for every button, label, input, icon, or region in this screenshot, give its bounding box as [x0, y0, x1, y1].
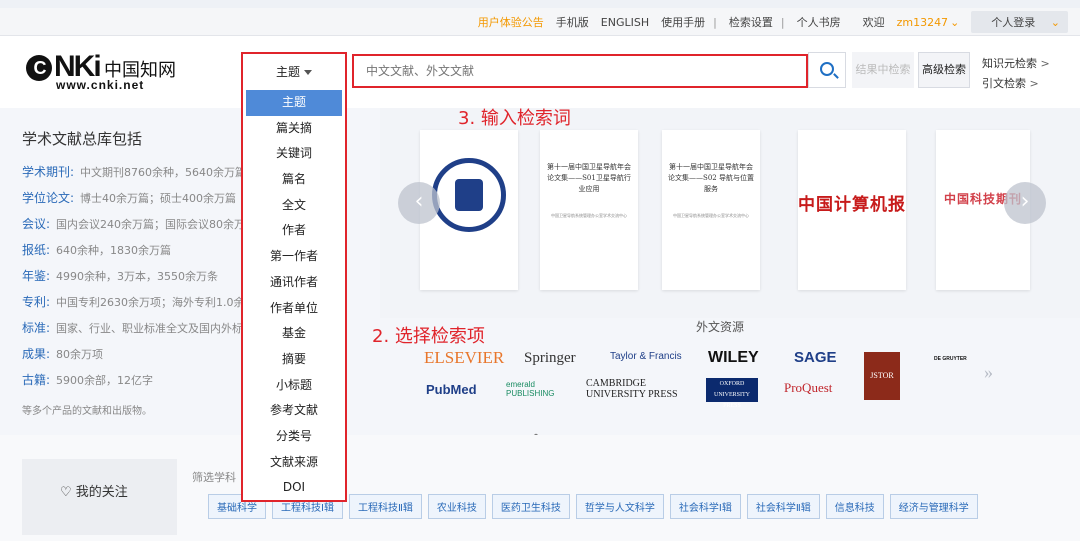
book-cover-4[interactable]: 中国计算机报: [798, 130, 906, 290]
menu-option[interactable]: 通讯作者: [246, 270, 342, 296]
library-row[interactable]: 成果: 80余万项: [22, 345, 103, 362]
side-search-links: 知识元检索 引文检索: [982, 54, 1050, 94]
mobile-link[interactable]: 手机版: [556, 14, 589, 30]
category-tab[interactable]: 哲学与人文科学: [575, 494, 664, 519]
username-link[interactable]: zm13247: [897, 16, 948, 29]
jstor-logo[interactable]: JSTOR: [864, 352, 900, 400]
menu-option[interactable]: 小标题: [246, 373, 342, 399]
menu-option[interactable]: 作者: [246, 218, 342, 244]
search-header: CNKi 中国知网 www.cnki.net 结果中检索 高级检索 知识元检索 …: [0, 36, 1080, 108]
menu-option[interactable]: 全文: [246, 193, 342, 219]
library-row[interactable]: 年鉴: 4990余种，3万本，3550余万条: [22, 267, 218, 284]
chevron-right-icon: ›: [1020, 189, 1030, 214]
result-search-button[interactable]: 结果中检索: [852, 52, 914, 88]
menu-option[interactable]: 基金: [246, 321, 342, 347]
category-tab[interactable]: 信息科技: [825, 494, 884, 519]
library-row[interactable]: 学术期刊:中文期刊8760余种，5640余万篇亿篇: [22, 163, 272, 180]
category-tab[interactable]: 社会科学Ⅰ辑: [669, 494, 741, 519]
wiley-logo[interactable]: WILEY: [708, 349, 759, 367]
notice-link[interactable]: 用户体验公告: [478, 14, 544, 30]
elsevier-logo[interactable]: ELSEVIER: [424, 348, 504, 368]
login-button[interactable]: 个人登录 ⌄: [971, 11, 1068, 33]
emerald-logo[interactable]: emerald PUBLISHING: [506, 380, 562, 398]
foreign-title: 外文资源: [696, 320, 745, 334]
chevron-down-icon: ⌄: [950, 15, 960, 29]
logo-url: www.cnki.net: [56, 78, 145, 92]
degruyter-logo[interactable]: DE GRUYTER: [934, 356, 967, 362]
university-seal-icon: [432, 158, 506, 232]
menu-option[interactable]: 主题: [246, 90, 342, 116]
chevron-left-icon: ‹: [414, 189, 424, 214]
menu-option[interactable]: 篇名: [246, 167, 342, 193]
menu-option[interactable]: 摘要: [246, 347, 342, 373]
chevron-right-icon[interactable]: »: [984, 362, 993, 383]
cnki-logo[interactable]: C NKi 中国知网 www.cnki.net: [26, 50, 186, 92]
menu-option[interactable]: DOI: [246, 475, 342, 501]
menu-option[interactable]: 参考文献: [246, 398, 342, 424]
library-row[interactable]: 古籍: 5900余部，12亿字: [22, 371, 153, 388]
bottom-section: ♡ 我的关注 筛选学科 基础科学 工程科技Ⅰ辑 工程科技Ⅱ辑 农业科技 医药卫生…: [0, 435, 1080, 541]
bookroom-link[interactable]: 个人书房: [797, 14, 841, 30]
search-field-menu: 主题 篇关摘 关键词 篇名 全文 作者 第一作者 通讯作者 作者单位 基金 摘要…: [242, 90, 346, 500]
library-row[interactable]: 报纸: 640余种，1830余万篇: [22, 241, 171, 258]
filter-label: 筛选学科: [192, 471, 236, 484]
search-icon: [820, 62, 834, 76]
caret-down-icon: [304, 70, 312, 75]
proquest-logo[interactable]: ProQuest: [784, 380, 832, 396]
category-tab[interactable]: 医药卫生科技: [491, 494, 570, 519]
springer-logo[interactable]: Springer: [524, 350, 576, 367]
foreign-resources: 外文资源 ELSEVIER Springer Taylor & Francis …: [380, 318, 1080, 440]
library-more: 等多个产品的文献和出版物。: [22, 406, 152, 417]
library-row[interactable]: 标准: 国家、行业、职业标准全文及国内外标准: [22, 319, 254, 336]
manual-link[interactable]: 使用手册: [661, 14, 705, 30]
separator: |: [780, 15, 785, 29]
library-row[interactable]: 会议: 国内会议240余万篇；国际会议80余万篇: [22, 215, 256, 232]
search-button[interactable]: [808, 52, 846, 88]
advanced-search-button[interactable]: 高级检索: [918, 52, 970, 88]
english-link[interactable]: ENGLISH: [601, 16, 649, 29]
knowledge-search-link[interactable]: 知识元检索: [982, 54, 1050, 74]
pubmed-logo[interactable]: PubMed: [426, 382, 477, 397]
search-input[interactable]: [354, 56, 806, 86]
annotation-step2: 2. 选择检索项: [372, 326, 485, 347]
login-label: 个人登录: [991, 16, 1036, 29]
follow-label: 我的关注: [75, 485, 128, 500]
cambridge-logo[interactable]: CAMBRIDGE UNIVERSITY PRESS: [586, 378, 688, 400]
sage-logo[interactable]: SAGE: [794, 349, 837, 366]
menu-option[interactable]: 文献来源: [246, 450, 342, 476]
annotation-step3: 3. 输入检索词: [458, 108, 571, 129]
category-tab[interactable]: 工程科技Ⅱ辑: [348, 494, 422, 519]
library-row[interactable]: 专利: 中国专利2630余万项；海外专利1.0余亿: [22, 293, 256, 310]
book-carousel: 第十一届中国卫星导航年会论文集——S01卫星导航行业应用 中国卫星导航系统管理办公…: [380, 108, 1080, 318]
settings-link[interactable]: 检索设置: [729, 14, 773, 30]
library-title: 学术文献总库包括: [22, 130, 143, 148]
search-field-label: 主题: [275, 65, 300, 79]
search-field-select[interactable]: 主题: [242, 54, 346, 90]
taylor-francis-logo[interactable]: Taylor & Francis: [610, 351, 682, 362]
menu-option[interactable]: 分类号: [246, 424, 342, 450]
menu-option[interactable]: 关键词: [246, 141, 342, 167]
heart-icon: ♡ 我的关注: [60, 485, 128, 500]
separator: |: [713, 15, 717, 29]
top-links: 用户体验公告 手机版 ENGLISH 使用手册 | 检索设置 | 个人书房 欢迎…: [466, 8, 1068, 36]
menu-option[interactable]: 篇关摘: [246, 116, 342, 142]
menu-option[interactable]: 作者单位: [246, 296, 342, 322]
citation-search-link[interactable]: 引文检索: [982, 74, 1050, 94]
category-tab[interactable]: 经济与管理科学: [889, 494, 978, 519]
library-row[interactable]: 学位论文: 博士40余万篇；硕士400余万篇: [22, 189, 236, 206]
carousel-prev-button[interactable]: ‹: [398, 182, 440, 224]
top-bar: 用户体验公告 手机版 ENGLISH 使用手册 | 检索设置 | 个人书房 欢迎…: [0, 8, 1080, 36]
category-tab[interactable]: 社会科学Ⅱ辑: [746, 494, 820, 519]
chevron-down-icon: ⌄: [1050, 16, 1060, 29]
welcome-text: 欢迎: [862, 16, 885, 29]
book-cover-3[interactable]: 第十一届中国卫星导航年会论文集——S02 导航与位置服务 中国卫星导航系统管理办公…: [662, 130, 760, 290]
search-input-box[interactable]: [352, 54, 808, 88]
category-tab[interactable]: 农业科技: [427, 494, 486, 519]
oxford-logo[interactable]: OXFORD UNIVERSITY PRESS: [706, 378, 758, 409]
carousel-next-button[interactable]: ›: [1004, 182, 1046, 224]
book-cover-2[interactable]: 第十一届中国卫星导航年会论文集——S01卫星导航行业应用 中国卫星导航系统管理办公…: [540, 130, 638, 290]
menu-option[interactable]: 第一作者: [246, 244, 342, 270]
my-follow-panel[interactable]: ♡ 我的关注: [22, 459, 177, 535]
